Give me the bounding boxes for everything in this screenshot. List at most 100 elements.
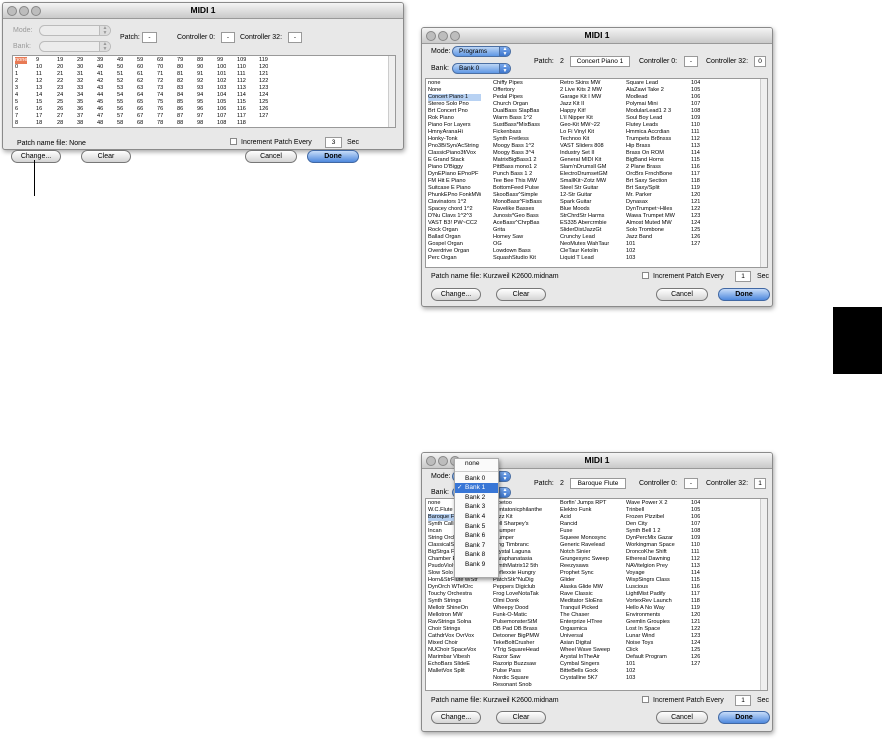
patch-list-item[interactable]: 78 (157, 120, 163, 127)
patch-list-item[interactable]: Ethereal Dawning (626, 556, 675, 563)
clear-button[interactable]: Clear (496, 711, 546, 724)
patch-list-item[interactable]: 113 (691, 143, 700, 150)
close-window-icon[interactable] (426, 456, 436, 466)
patch-list-item[interactable]: L'il Nipper Kit (560, 115, 609, 122)
patch-list-item[interactable]: Moogy Bass 1^2 (493, 143, 542, 150)
patch-list-item[interactable]: PittBass mono1 2 (493, 164, 542, 171)
patch-list-item[interactable]: WispSingrs Class (626, 577, 675, 584)
patch-list-item[interactable]: Universal (560, 633, 610, 640)
patch-list-item[interactable]: 81 (177, 71, 183, 78)
increment-checkbox[interactable] (642, 696, 649, 703)
patch-list-item[interactable]: Razor Saw (493, 654, 542, 661)
patch-list-item[interactable]: Punch Bass 1 2 (493, 171, 542, 178)
patch-list-item[interactable]: 10 (36, 64, 42, 71)
patch-list-item[interactable]: CathdrVox OvrVox (428, 633, 478, 640)
patch-list-item[interactable]: Happy Kit! (560, 108, 609, 115)
patch-list-item[interactable]: Mr. Parker (626, 192, 675, 199)
patch-list-item[interactable]: Generic Ravelead (560, 542, 610, 549)
patch-list-item[interactable]: 126 (259, 106, 268, 113)
patch-list-item[interactable]: 103 (626, 255, 675, 262)
patch-list-item[interactable]: Lost In Space (626, 626, 675, 633)
patch-list-item[interactable]: 86 (177, 106, 183, 113)
patch-list-item[interactable]: 104 (217, 92, 226, 99)
patch-list-item[interactable]: Synth Fretless (493, 136, 542, 143)
patch-list-item[interactable]: Wheepy Dood (493, 605, 542, 612)
patch-list-item[interactable]: 67 (137, 113, 143, 120)
patch-list-item[interactable]: 0 (15, 64, 27, 71)
patch-list-item[interactable]: 108 (217, 120, 226, 127)
patch-list-item[interactable]: Notch Sinier (560, 549, 610, 556)
patch-list-item[interactable]: 59 (137, 57, 143, 64)
bank-menu-item[interactable]: Bank 8 (455, 550, 498, 560)
patch-list-item[interactable]: Brt Concert Pno (428, 108, 481, 115)
patch-list-item[interactable]: 127 (691, 661, 700, 668)
patch-list-item[interactable]: 121 (259, 71, 268, 78)
patch-list-item[interactable]: Borfin' Jumps RPT (560, 500, 610, 507)
patch-list-item[interactable]: Crunchy Lead (560, 234, 609, 241)
patch-list-item[interactable]: 104 (691, 80, 700, 87)
patch-list-item[interactable]: Tranquil Picked (560, 605, 610, 612)
close-window-icon[interactable] (7, 6, 17, 16)
patch-list-item[interactable]: 122 (259, 78, 268, 85)
patch-list-item[interactable]: 60 (137, 64, 143, 71)
patch-list-item[interactable]: Perc Organ (428, 255, 481, 262)
patch-list-item[interactable]: 61 (137, 71, 143, 78)
patch-list-item[interactable]: Brass On ROM (626, 150, 675, 157)
patch-list-item[interactable]: 44 (97, 92, 103, 99)
patch-list-item[interactable]: Rock Organ (428, 227, 481, 234)
patch-list-item[interactable]: 124 (691, 640, 700, 647)
patch-list-item[interactable]: 92 (197, 78, 203, 85)
controller-0-field[interactable]: - (684, 478, 698, 489)
patch-list-item[interactable]: Solo Trombone (626, 227, 675, 234)
patch-list-item[interactable]: 12 (36, 78, 42, 85)
dialog-title-bar[interactable]: MIDI 1 (422, 28, 772, 44)
patch-list-item[interactable]: 109 (237, 57, 246, 64)
change-button[interactable]: Change... (11, 150, 61, 163)
patch-list-item[interactable]: Jazz Kit (493, 514, 542, 521)
patch-list-item[interactable]: none (428, 80, 481, 87)
patch-list-item[interactable]: Synth Bell 1 2 (626, 528, 675, 535)
patch-list-item[interactable]: 57 (117, 113, 123, 120)
patch-list-item[interactable]: 114 (691, 570, 700, 577)
patch-list-item[interactable]: 82 (177, 78, 183, 85)
patch-list-item[interactable]: 107 (217, 113, 226, 120)
patch-list-item[interactable]: Homey Saw (493, 234, 542, 241)
bank-select[interactable]: ▲ ▼ (39, 41, 111, 52)
patch-list-item[interactable]: Reflexxie Hungry (493, 570, 542, 577)
patch-list-item[interactable]: Hmmica Accrdian (626, 129, 675, 136)
patch-list-item[interactable]: Offertory (493, 87, 542, 94)
patch-list-item[interactable]: 29 (77, 57, 83, 64)
scrollbar[interactable] (760, 499, 767, 690)
clear-button[interactable]: Clear (496, 288, 546, 301)
patch-list-item[interactable]: Detooner BigPMW (493, 633, 542, 640)
patch-list-item[interactable]: 32 (77, 78, 83, 85)
patch-list-item[interactable]: 117 (237, 113, 246, 120)
patch-list-item[interactable]: PatchStk^NuDig (493, 577, 542, 584)
controller-32-field[interactable]: 0 (754, 56, 766, 67)
patch-list-item[interactable]: 58 (117, 120, 123, 127)
patch-list-item[interactable]: 48 (97, 120, 103, 127)
patch-list-item[interactable]: DynEPiano EPnoPF (428, 171, 481, 178)
patch-list-item[interactable]: Rave Classic (560, 591, 610, 598)
patch-list-item[interactable]: 89 (197, 57, 203, 64)
patch-list-item[interactable]: VAST Sliders 808 (560, 143, 609, 150)
patch-list-item[interactable]: 97 (197, 113, 203, 120)
patch-list-item[interactable]: Default Program (626, 654, 675, 661)
patch-list-item[interactable]: 110 (237, 64, 246, 71)
patch-list-item[interactable]: 83 (177, 85, 183, 92)
patch-list-item[interactable]: BitteBells Gock (560, 668, 610, 675)
patch-list-item[interactable]: Choir Strings (428, 626, 478, 633)
patch-list-item[interactable]: NeoMutes WahTaur (560, 241, 609, 248)
patch-list-item[interactable]: 4 (15, 92, 27, 99)
patch-list-item[interactable]: 33 (77, 85, 83, 92)
zoom-window-icon[interactable] (31, 6, 41, 16)
patch-list-item[interactable]: 95 (197, 99, 203, 106)
patch-list-item[interactable]: Gospel Organ (428, 241, 481, 248)
increment-field[interactable]: 1 (735, 271, 751, 282)
patch-list-item[interactable]: 108 (691, 528, 700, 535)
scrollbar[interactable] (388, 56, 395, 127)
change-button[interactable]: Change... (431, 288, 481, 301)
patch-list-item[interactable]: Steel Str Guitar (560, 185, 609, 192)
patch-list-item[interactable]: Brt Saxy/Split (626, 185, 675, 192)
patch-list-item[interactable]: 16 (36, 106, 42, 113)
